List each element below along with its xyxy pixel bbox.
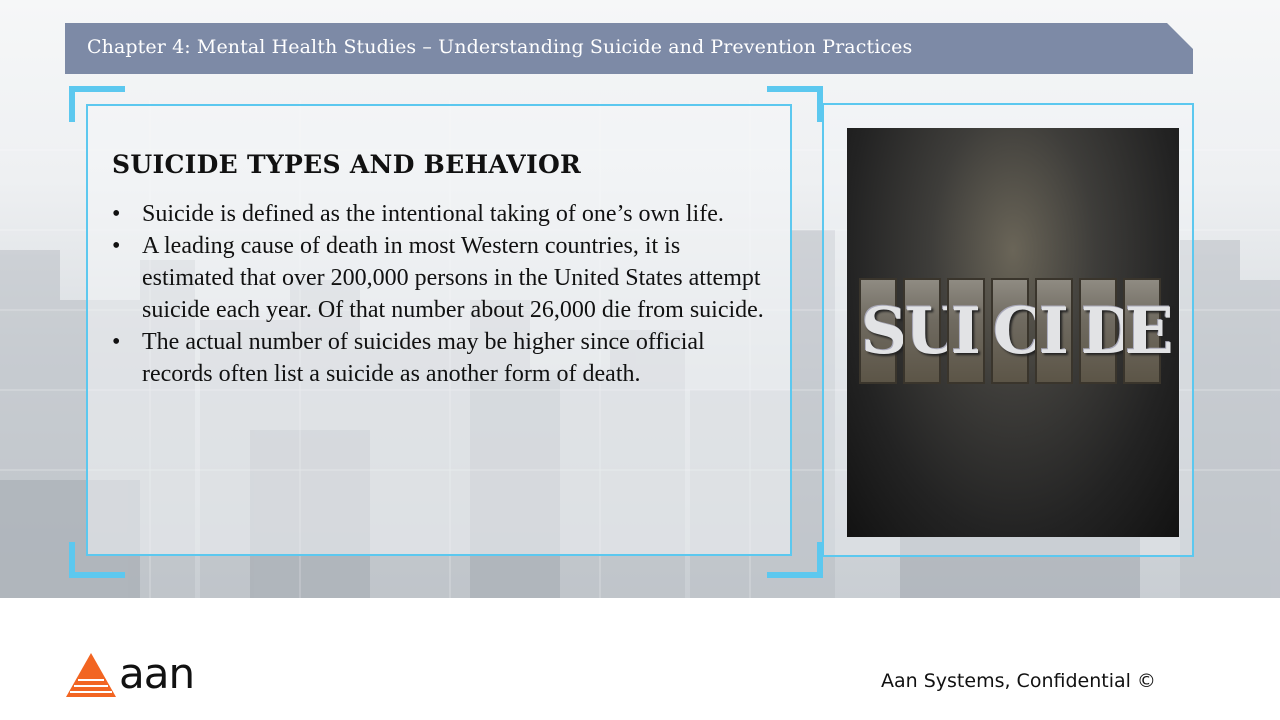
letter-block: I <box>1035 278 1073 384</box>
letter-block-text: C <box>993 294 1044 369</box>
logo-triangle-icon <box>66 653 116 697</box>
confidential-notice: Aan Systems, Confidential © <box>881 670 1156 692</box>
letter-block-text: E <box>1125 294 1174 369</box>
bullet-list: • Suicide is defined as the intentional … <box>112 198 772 390</box>
letter-block: I <box>947 278 985 384</box>
bullet-text: A leading cause of death in most Western… <box>142 233 764 323</box>
letter-block-text: U <box>905 294 961 369</box>
letter-block: S <box>859 278 908 384</box>
aan-logo: aan <box>66 649 196 701</box>
bullet-dot: • <box>112 233 121 259</box>
slide-header-bar: Chapter 4: Mental Health Studies – Under… <box>65 23 1193 74</box>
slide-header-title: Chapter 4: Mental Health Studies – Under… <box>87 36 913 58</box>
letter-block-text: S <box>861 294 908 369</box>
bullet-dot: • <box>112 201 121 227</box>
bullet-dot: • <box>112 329 121 355</box>
letter-block: U <box>903 278 961 384</box>
bullet-item: • The actual number of suicides may be h… <box>112 326 772 390</box>
letter-block: E <box>1123 278 1174 384</box>
letter-block-text: I <box>1039 294 1069 369</box>
letter-block-text: D <box>1081 294 1137 369</box>
letter-block: C <box>991 278 1044 384</box>
letter-block-text: I <box>951 294 981 369</box>
slide-heading: SUICIDE TYPES AND BEHAVIOR <box>112 150 582 179</box>
content-panel: SUICIDE TYPES AND BEHAVIOR • Suicide is … <box>86 104 792 556</box>
letterpress-blocks: S U I C I D E <box>859 278 1174 388</box>
bullet-item: • A leading cause of death in most Weste… <box>112 230 772 326</box>
suicide-letterpress-image: S U I C I D E <box>847 128 1179 537</box>
letter-block: D <box>1079 278 1137 384</box>
bullet-item: • Suicide is defined as the intentional … <box>112 198 772 230</box>
bullet-text: Suicide is defined as the intentional ta… <box>142 201 724 227</box>
bullet-text: The actual number of suicides may be hig… <box>142 329 705 387</box>
logo-wordmark: aan <box>119 649 195 698</box>
